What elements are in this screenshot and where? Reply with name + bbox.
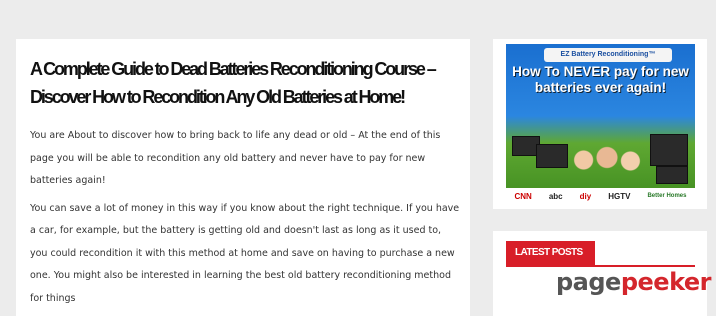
family-photo xyxy=(568,140,646,190)
pagepeeker-watermark: pagepeeker xyxy=(556,268,712,296)
better-homes-logo: Better Homes xyxy=(647,193,687,199)
hgtv-logo: HGTV xyxy=(608,191,631,201)
abc-logo: abc xyxy=(548,191,563,201)
heading-divider xyxy=(506,265,695,267)
battery-icon xyxy=(650,134,688,166)
watermark-part-page: page xyxy=(556,268,621,296)
ad-brand-label: EZ Battery Reconditioning™ xyxy=(544,48,672,62)
ad-headline: How To NEVER pay for new batteries ever … xyxy=(512,64,689,95)
media-logos: CNN abc diy HGTV Better Homes xyxy=(506,188,695,204)
latest-posts-heading: LATEST POSTS xyxy=(506,241,595,265)
article-paragraph: You are About to discover how to bring b… xyxy=(30,130,441,186)
watermark-part-peeker: peeker xyxy=(620,268,712,296)
article-paragraph: You can save a lot of money in this way … xyxy=(30,202,460,304)
article-body: You are About to discover how to bring b… xyxy=(30,125,460,315)
article-card: A Complete Guide to Dead Batteries Recon… xyxy=(16,39,470,316)
battery-icon xyxy=(536,144,568,168)
battery-icon xyxy=(656,166,688,184)
battery-ad-banner[interactable]: EZ Battery Reconditioning™ How To NEVER … xyxy=(506,44,695,204)
cnn-logo: CNN xyxy=(514,191,532,201)
diy-logo: diy xyxy=(579,191,592,201)
sidebar-ad-widget: EZ Battery Reconditioning™ How To NEVER … xyxy=(493,39,707,209)
article-title[interactable]: A Complete Guide to Dead Batteries Recon… xyxy=(30,55,450,111)
